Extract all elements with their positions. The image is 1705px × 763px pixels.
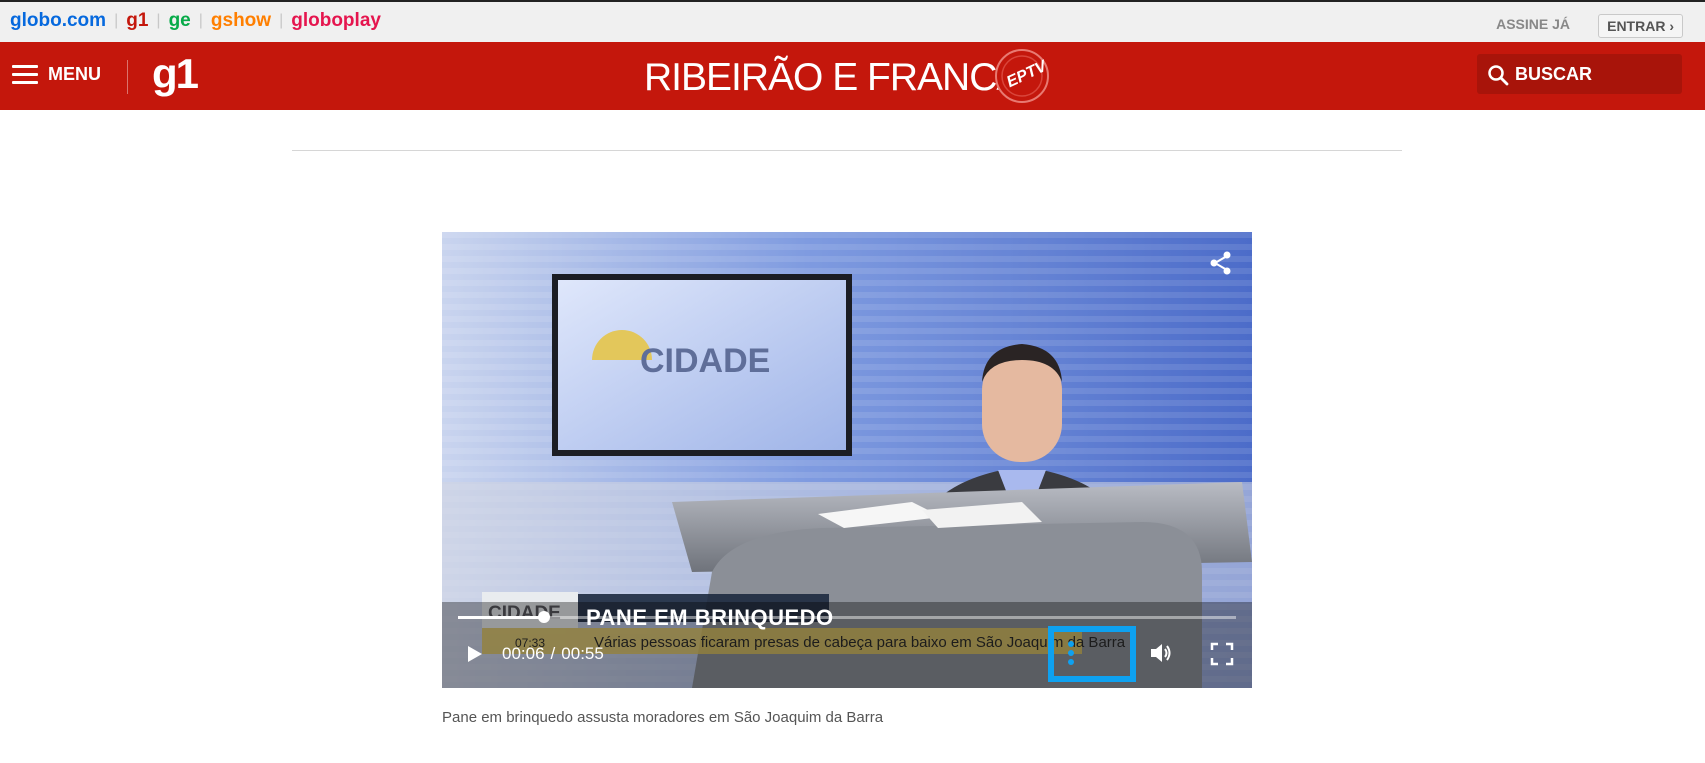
site-link-g1[interactable]: g1 — [126, 10, 148, 32]
menu-button[interactable]: MENU — [12, 64, 101, 85]
more-options-icon — [1068, 641, 1074, 665]
g1-logo[interactable]: g1 — [152, 50, 199, 98]
play-icon — [468, 646, 482, 662]
settings-button[interactable] — [1048, 626, 1136, 682]
time-separator: / — [550, 644, 556, 663]
duration: 00:55 — [561, 644, 604, 663]
site-separator: | — [156, 12, 161, 29]
eptv-logo[interactable]: EPTV — [994, 48, 1050, 104]
site-separator: | — [114, 12, 119, 29]
header-divider — [127, 60, 128, 94]
current-time: 00:06 — [502, 644, 545, 663]
video-caption: Pane em brinquedo assusta moradores em S… — [442, 709, 884, 726]
share-button[interactable] — [1208, 250, 1234, 281]
tv-screen-logo: CIDADE — [640, 342, 770, 380]
play-button[interactable] — [466, 644, 484, 669]
region-title[interactable]: RIBEIRÃO E FRANCA — [644, 56, 1022, 100]
search-label: BUSCAR — [1515, 64, 1593, 84]
seek-bar-handle[interactable] — [537, 611, 550, 623]
subscribe-link[interactable]: ASSINE JÁ — [1496, 16, 1570, 32]
share-icon — [1210, 251, 1231, 275]
menu-label: MENU — [48, 64, 101, 84]
fullscreen-button[interactable] — [1210, 642, 1234, 671]
video-frame: CIDADE CIDADE — [442, 232, 1252, 688]
site-link-globoplay[interactable]: globoplay — [291, 10, 381, 32]
globo-sites-nav: globo.com | g1 | ge | gshow | globoplay — [10, 10, 389, 32]
seek-bar[interactable] — [458, 611, 1236, 623]
globo-top-bar: globo.com | g1 | ge | gshow | globoplay … — [0, 0, 1705, 42]
site-header: MENU g1 RIBEIRÃO E FRANCA EPTV BUSCAR — [0, 42, 1705, 110]
fullscreen-icon — [1210, 642, 1234, 666]
login-button[interactable]: ENTRAR › — [1598, 14, 1683, 38]
time-display: 00:06 / 00:55 — [502, 644, 604, 664]
site-separator: | — [279, 12, 284, 29]
search-button[interactable]: BUSCAR — [1477, 54, 1682, 94]
volume-icon — [1151, 644, 1171, 662]
site-link-globo[interactable]: globo.com — [10, 10, 106, 32]
lower-third-subtitle: Várias pessoas ficaram presas de cabeça … — [594, 634, 1126, 651]
seek-bar-progress — [458, 616, 544, 619]
site-separator: | — [198, 12, 203, 29]
hamburger-icon — [12, 65, 38, 84]
video-player[interactable]: CIDADE CIDADE PANE EM BRINQUEDO 07:33 Vá… — [442, 232, 1252, 688]
site-link-ge[interactable]: ge — [169, 10, 191, 32]
volume-button[interactable] — [1148, 640, 1174, 671]
content-divider — [292, 150, 1402, 151]
site-link-gshow[interactable]: gshow — [211, 10, 271, 32]
search-icon — [1488, 65, 1509, 86]
